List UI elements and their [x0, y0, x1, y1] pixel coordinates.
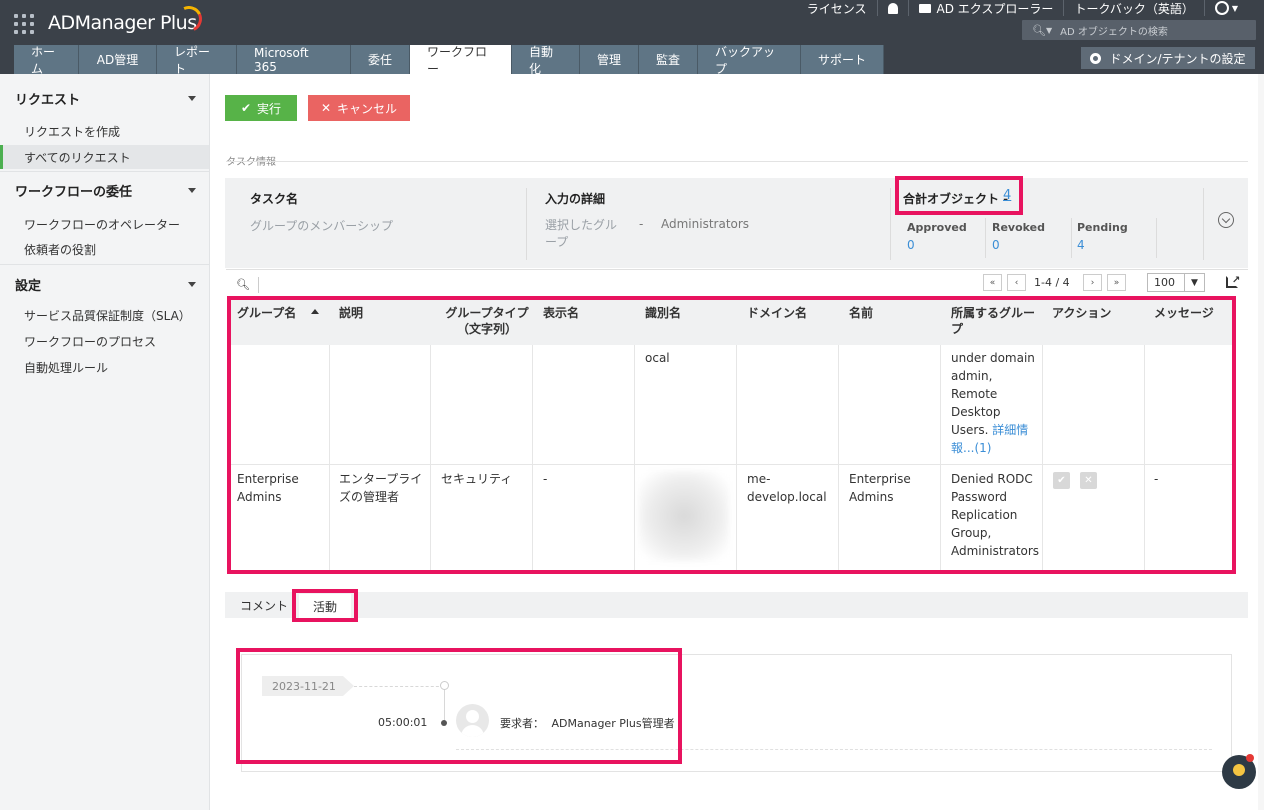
nav-tab-workflow[interactable]: ワークフロー [410, 45, 512, 76]
sidebar-item-sla[interactable]: サービス品質保証制度（SLA） [0, 303, 209, 327]
sidebar-item-all-requests[interactable]: すべてのリクエスト [0, 145, 209, 169]
top-bar: ADManager Plus ライセンス AD エクスプローラー トークバック（… [0, 0, 1264, 76]
panel-divider [526, 188, 527, 260]
nav-tab-automation[interactable]: 自動化 [512, 45, 580, 76]
search-caret-icon[interactable]: ▼ [1046, 26, 1052, 35]
input-details-heading: 入力の詳細 [545, 192, 606, 206]
table-filter-input[interactable] [257, 276, 259, 293]
panel-divider [1203, 188, 1204, 260]
nav-tab-ad-management[interactable]: AD管理 [79, 45, 157, 74]
input-details-value: Administrators [661, 217, 750, 231]
last-page-button[interactable]: » [1107, 274, 1126, 291]
tab-comment[interactable]: コメント [240, 597, 288, 614]
panel-divider [890, 188, 891, 260]
ad-explorer-label: AD エクスプローラー [936, 1, 1054, 16]
user-menu-icon[interactable]: ▼ [1203, 0, 1248, 16]
nav-tab-backup[interactable]: バックアップ [698, 45, 801, 76]
section-divider [226, 161, 1248, 162]
sidebar-section-settings[interactable]: 設定 [15, 275, 41, 294]
nav-tab-m365[interactable]: Microsoft 365 [237, 45, 351, 74]
sidebar-item-requester-roles[interactable]: 依頼者の役割 [0, 237, 209, 261]
task-name-heading: タスク名 [250, 192, 299, 206]
sidebar-item-workflow-operators[interactable]: ワークフローのオペレーター [0, 212, 209, 236]
ad-object-search[interactable]: 🔍︎ ▼ AD オブジェクトの検索 [1022, 20, 1256, 40]
page-size-value: 100 [1154, 276, 1175, 289]
talkback-link[interactable]: トークバック（英語） [1063, 0, 1203, 16]
close-icon: ✕ [320, 101, 332, 115]
nav-tab-support[interactable]: サポート [801, 45, 884, 74]
export-arrow-icon: ↗ [1232, 275, 1241, 286]
sidebar-section-requests[interactable]: リクエスト [15, 89, 80, 108]
first-page-button[interactable]: « [983, 274, 1002, 291]
stat-revoked-value[interactable]: 0 [992, 238, 1000, 252]
task-name-value: グループのメンバーシップ [250, 219, 394, 233]
domain-settings-label: ドメイン/テナントの設定 [1109, 51, 1246, 66]
input-details-separator: - [639, 217, 644, 231]
run-button[interactable]: ✔ 実行 [225, 95, 297, 121]
folder-icon [918, 3, 931, 13]
nav-tab-reports[interactable]: レポート [157, 45, 237, 76]
stat-pending-label: Pending [1077, 221, 1128, 234]
panel-divider [985, 218, 986, 258]
notification-badge [1246, 754, 1254, 762]
ad-explorer-link[interactable]: AD エクスプローラー [907, 0, 1064, 16]
highlight-total-objects [895, 176, 1023, 215]
app-logo: ADManager Plus [48, 12, 197, 34]
license-link[interactable]: ライセンス [797, 0, 877, 16]
input-details-key: 選択したグループ [545, 218, 618, 249]
panel-divider [1071, 218, 1072, 258]
gear-icon [1090, 52, 1102, 64]
highlight-activity [236, 648, 682, 764]
highlight-table [227, 296, 1236, 574]
sidebar-item-create-request[interactable]: リクエストを作成 [0, 119, 209, 143]
nav-tab-admin[interactable]: 管理 [580, 45, 639, 74]
search-icon: 🔍︎ [1032, 23, 1046, 37]
top-links: ライセンス AD エクスプローラー トークバック（英語） ▼ [797, 0, 1248, 16]
stat-approved-value[interactable]: 0 [907, 238, 915, 252]
nav-tab-audit[interactable]: 監査 [639, 45, 698, 74]
stat-revoked-label: Revoked [992, 221, 1046, 234]
chevron-down-icon[interactable] [188, 188, 196, 193]
chevron-down-icon[interactable] [188, 282, 196, 287]
run-label: 実行 [257, 101, 282, 116]
sidebar-item-workflow-process[interactable]: ワークフローのプロセス [0, 329, 209, 353]
next-page-button[interactable]: › [1083, 274, 1102, 291]
comment-tabs-bar [225, 592, 1248, 618]
cancel-label: キャンセル [337, 101, 398, 116]
check-icon: ✔ [240, 101, 252, 115]
search-icon[interactable]: 🔍︎ [236, 278, 250, 291]
sidebar-divider [0, 264, 210, 265]
chevron-down-icon: ▼ [1184, 274, 1204, 291]
panel-divider [1156, 218, 1157, 258]
sidebar-item-automation-rules[interactable]: 自動処理ルール [0, 355, 209, 379]
sidebar: リクエスト リクエストを作成 すべてのリクエスト ワークフローの委任 ワークフロ… [0, 74, 210, 810]
notification-bell-icon[interactable] [876, 0, 908, 16]
task-info-panel: タスク名 グループのメンバーシップ 入力の詳細 選択したグループ - Admin… [225, 178, 1248, 268]
highlight-activity-tab [292, 589, 358, 622]
page-size-select[interactable]: 100 ▼ [1147, 273, 1205, 292]
cancel-button[interactable]: ✕ キャンセル [308, 95, 410, 121]
app-grid-icon[interactable] [14, 14, 34, 34]
domain-settings-button[interactable]: ドメイン/テナントの設定 [1081, 47, 1255, 69]
sidebar-section-workflow-delegation[interactable]: ワークフローの委任 [15, 181, 132, 200]
chevron-down-icon[interactable] [188, 96, 196, 101]
pager-info: 1-4 / 4 [1034, 276, 1070, 289]
page-scrollbar[interactable] [1258, 74, 1264, 810]
stat-approved-label: Approved [907, 221, 967, 234]
nav-tab-home[interactable]: ホーム [14, 45, 79, 76]
main-nav: ホーム AD管理 レポート Microsoft 365 委任 ワークフロー 自動… [14, 45, 884, 76]
prev-page-button[interactable]: ‹ [1007, 274, 1026, 291]
expand-chevron-icon[interactable] [1218, 212, 1234, 228]
nav-tab-delegation[interactable]: 委任 [351, 45, 410, 74]
stat-pending-value[interactable]: 4 [1077, 238, 1085, 252]
search-placeholder: AD オブジェクトの検索 [1060, 26, 1168, 38]
sidebar-divider [0, 171, 210, 172]
